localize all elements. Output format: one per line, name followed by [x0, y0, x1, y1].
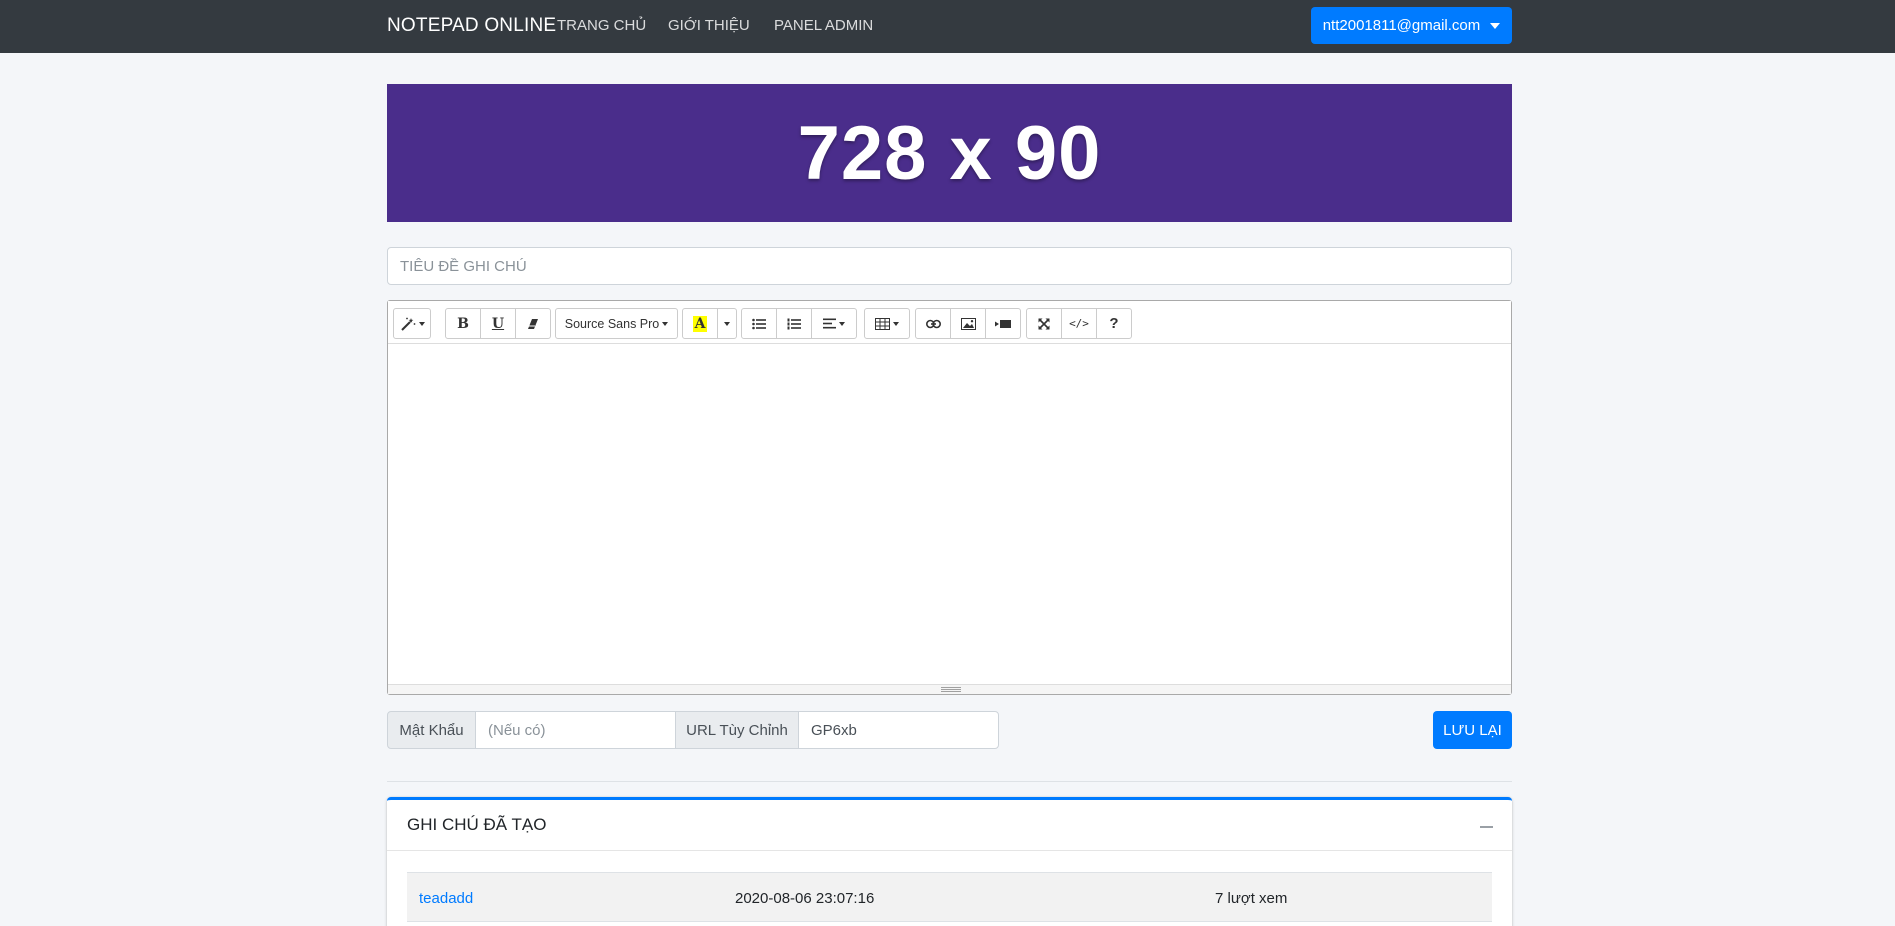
- chevron-down-icon: [724, 321, 730, 326]
- brand-link[interactable]: NOTEPAD ONLINE: [387, 15, 556, 37]
- password-label: Mật Khẩu: [387, 711, 476, 749]
- minus-icon[interactable]: [1480, 826, 1493, 828]
- nav-admin-link[interactable]: PANEL ADMIN: [774, 17, 873, 34]
- insert-link-button[interactable]: [915, 308, 951, 339]
- bold-icon: B: [457, 315, 469, 332]
- eraser-icon: [528, 318, 538, 329]
- style-button[interactable]: [393, 308, 431, 339]
- note-title-input[interactable]: [387, 247, 1512, 285]
- insert-picture-button[interactable]: [950, 308, 986, 339]
- table-dropdown[interactable]: [864, 308, 910, 339]
- resize-grip-icon[interactable]: [941, 687, 961, 692]
- password-input[interactable]: [475, 711, 676, 749]
- note-link[interactable]: teadadd: [419, 890, 473, 907]
- nav-home-link[interactable]: TRANG CHỦ: [557, 17, 646, 34]
- rich-text-editor: B U Source Sans Pro A </> ?: [387, 300, 1512, 695]
- clear-format-button[interactable]: [515, 308, 551, 339]
- unordered-list-button[interactable]: [741, 308, 777, 339]
- custom-url-input[interactable]: [798, 711, 999, 749]
- chevron-down-icon: [1490, 22, 1501, 29]
- divider: [387, 781, 1512, 782]
- note-views: 7 lượt xem: [1215, 890, 1288, 907]
- magic-wand-icon: [400, 317, 415, 331]
- fullscreen-icon: [1038, 317, 1050, 330]
- insert-video-button[interactable]: [985, 308, 1021, 339]
- created-notes-card: GHI CHÚ ĐÃ TẠO teadadd 2020-08-06 23:07:…: [387, 797, 1512, 926]
- custom-url-label: URL Tùy Chỉnh: [675, 711, 799, 749]
- chevron-down-icon: [839, 321, 845, 326]
- chevron-down-icon: [418, 321, 425, 326]
- text-color-button[interactable]: A: [682, 308, 718, 339]
- note-date: 2020-08-06 23:07:16: [735, 890, 875, 907]
- ordered-list-button[interactable]: [776, 308, 812, 339]
- user-email: ntt2001811@gmail.com: [1322, 17, 1481, 34]
- chevron-down-icon: [662, 321, 669, 326]
- ad-banner[interactable]: 728 x 90: [387, 84, 1512, 222]
- ad-banner-text: 728 x 90: [797, 110, 1102, 196]
- table-icon: [875, 317, 890, 330]
- font-name-dropdown[interactable]: Source Sans Pro: [555, 308, 678, 339]
- card-title: GHI CHÚ ĐÃ TẠO: [407, 815, 547, 834]
- picture-icon: [960, 317, 976, 330]
- font-name-label: Source Sans Pro: [564, 316, 660, 331]
- editor-content-area[interactable]: [388, 344, 1511, 684]
- editor-resize-bar[interactable]: [388, 684, 1511, 694]
- code-view-button[interactable]: </>: [1061, 308, 1097, 339]
- underline-icon: U: [491, 315, 505, 332]
- text-color-icon: A: [692, 315, 708, 332]
- color-dropdown-button[interactable]: [717, 308, 737, 339]
- link-icon: [925, 319, 941, 328]
- save-button[interactable]: LƯU LẠI: [1433, 711, 1512, 749]
- align-left-icon: [823, 318, 836, 329]
- paragraph-dropdown[interactable]: [811, 308, 857, 339]
- bold-button[interactable]: B: [445, 308, 481, 339]
- ordered-list-icon: [787, 318, 801, 329]
- underline-button[interactable]: U: [480, 308, 516, 339]
- user-dropdown-button[interactable]: ntt2001811@gmail.com: [1311, 7, 1512, 44]
- code-view-icon: </>: [1069, 317, 1089, 330]
- fullscreen-button[interactable]: [1026, 308, 1062, 339]
- unordered-list-icon: [752, 318, 766, 329]
- help-icon: ?: [1109, 315, 1119, 332]
- editor-toolbar: B U Source Sans Pro A </> ?: [388, 301, 1511, 344]
- help-button[interactable]: ?: [1096, 308, 1132, 339]
- chevron-down-icon: [893, 321, 899, 326]
- nav-about-link[interactable]: GIỚI THIỆU: [668, 17, 750, 34]
- video-icon: [995, 319, 1011, 328]
- top-navbar: NOTEPAD ONLINE TRANG CHỦ GIỚI THIỆU PANE…: [0, 0, 1895, 53]
- table-row: teadadd 2020-08-06 23:07:16 7 lượt xem: [407, 872, 1492, 922]
- card-header: GHI CHÚ ĐÃ TẠO: [387, 800, 1512, 851]
